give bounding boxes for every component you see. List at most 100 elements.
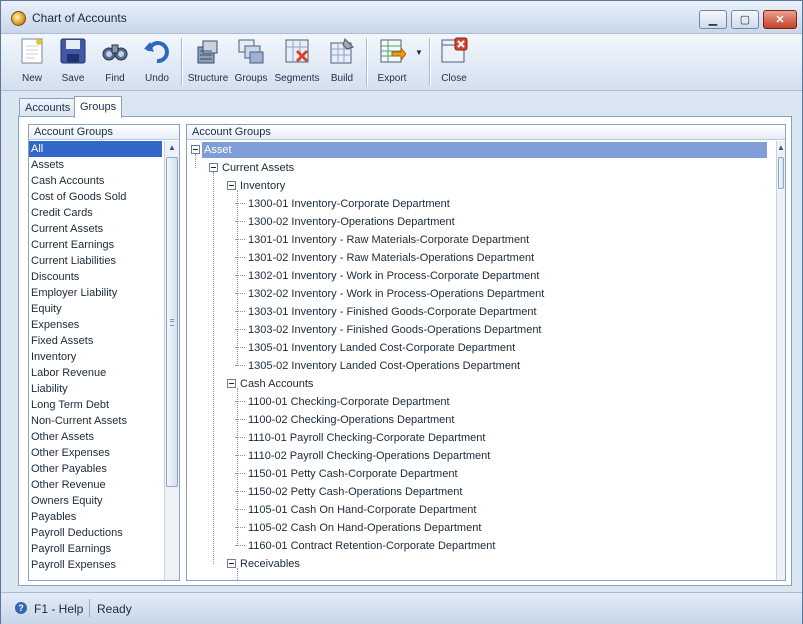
list-item[interactable]: Cash Accounts	[29, 173, 162, 189]
list-item[interactable]: Assets	[29, 157, 162, 173]
tree-account-node[interactable]: 1303-01 Inventory - Finished Goods-Corpo…	[187, 303, 771, 321]
collapse-icon[interactable]	[191, 145, 200, 154]
list-item[interactable]: Other Payables	[29, 461, 162, 477]
account-groups-tree-panel: Account Groups Asset Current Assets Invent…	[186, 124, 786, 581]
minimize-button[interactable]: ▁	[699, 10, 727, 29]
list-item[interactable]: Other Revenue	[29, 477, 162, 493]
groups-icon	[238, 39, 264, 64]
tree-group-node[interactable]: Asset	[187, 141, 771, 159]
status-help-text[interactable]: F1 - Help	[34, 602, 83, 616]
build-label: Build	[330, 73, 354, 84]
list-scroll-thumb[interactable]	[166, 157, 178, 487]
list-item[interactable]: Credit Cards	[29, 205, 162, 221]
list-item[interactable]: Payables	[29, 509, 162, 525]
tree-scroll-thumb[interactable]	[778, 157, 784, 189]
collapse-icon[interactable]	[209, 163, 218, 172]
list-item[interactable]: All	[29, 141, 162, 157]
list-item[interactable]: Payroll Earnings	[29, 541, 162, 557]
list-item[interactable]: Fixed Assets	[29, 333, 162, 349]
tree-group-node[interactable]: Receivables	[187, 555, 771, 573]
list-item[interactable]: Discounts	[29, 269, 162, 285]
close-button[interactable]: Close	[432, 34, 476, 90]
list-item[interactable]: Labor Revenue	[29, 365, 162, 381]
tree-account-node[interactable]: 1300-02 Inventory-Operations Department	[187, 213, 771, 231]
tree-account-node[interactable]: 1305-02 Inventory Landed Cost-Operations…	[187, 357, 771, 375]
tree-account-node[interactable]: 1301-02 Inventory - Raw Materials-Operat…	[187, 249, 771, 267]
tree-account-node[interactable]: 1110-02 Payroll Checking-Operations Depa…	[187, 447, 771, 465]
undo-label: Undo	[145, 73, 169, 84]
tree-account-node[interactable]: 1150-01 Petty Cash-Corporate Department	[187, 465, 771, 483]
tree-account-node[interactable]: 1300-01 Inventory-Corporate Department	[187, 195, 771, 213]
list-item[interactable]: Liability	[29, 381, 162, 397]
tree-node-label: 1110-01 Payroll Checking-Corporate Depar…	[248, 432, 486, 444]
tab-accounts[interactable]: Accounts	[19, 98, 77, 117]
export-dropdown-arrow-icon[interactable]: ▼	[415, 48, 423, 57]
list-item[interactable]: Current Assets	[29, 221, 162, 237]
tree-guide-line	[237, 388, 239, 546]
tree-account-node[interactable]: 1105-01 Cash On Hand-Corporate Departmen…	[187, 501, 771, 519]
list-item[interactable]: Long Term Debt	[29, 397, 162, 413]
scroll-up-arrow-icon[interactable]: ▲	[165, 141, 179, 155]
maximize-button[interactable]: ▢	[731, 10, 759, 29]
list-item[interactable]: Inventory	[29, 349, 162, 365]
list-item[interactable]: Payroll Expenses	[29, 557, 162, 573]
tree-node-label: 1105-02 Cash On Hand-Operations Departme…	[248, 522, 482, 534]
tree-scrollbar[interactable]: ▲	[776, 141, 785, 580]
tree-group-node[interactable]: Current Assets	[187, 159, 771, 177]
structure-icon	[197, 40, 218, 64]
tree-account-node[interactable]: 1301-01 Inventory - Raw Materials-Corpor…	[187, 231, 771, 249]
tree-node-label: 1110-02 Payroll Checking-Operations Depa…	[248, 450, 491, 462]
account-groups-list[interactable]: All Assets Cash Accounts Cost of Goods Sold…	[29, 141, 162, 573]
list-item[interactable]: Cost of Goods Sold	[29, 189, 162, 205]
tree-account-node[interactable]: 1105-02 Cash On Hand-Operations Departme…	[187, 519, 771, 537]
tree-account-node[interactable]: 1150-02 Petty Cash-Operations Department	[187, 483, 771, 501]
collapse-icon[interactable]	[227, 559, 236, 568]
tree-account-node[interactable]: 1305-01 Inventory Landed Cost-Corporate …	[187, 339, 771, 357]
segments-button[interactable]: Segments	[274, 34, 320, 90]
list-item[interactable]: Employer Liability	[29, 285, 162, 301]
close-window-button[interactable]: ✕	[763, 10, 797, 29]
build-button[interactable]: Build	[320, 34, 364, 90]
export-button[interactable]: Export	[370, 34, 414, 90]
scroll-up-arrow-icon[interactable]: ▲	[777, 141, 785, 155]
groups-button[interactable]: Groups	[229, 34, 273, 90]
title-bar[interactable]: Chart of Accounts ▁ ▢ ✕	[1, 1, 802, 34]
list-item[interactable]: Expenses	[29, 317, 162, 333]
status-bar: ? F1 - Help Ready	[1, 592, 802, 624]
list-scrollbar[interactable]: ▲	[164, 141, 179, 580]
tree-account-node[interactable]: 1110-01 Payroll Checking-Corporate Depar…	[187, 429, 771, 447]
chart-of-accounts-window: Chart of Accounts ▁ ▢ ✕ New Save Find Un…	[0, 0, 803, 624]
tree-node-label: 1305-01 Inventory Landed Cost-Corporate …	[248, 342, 516, 354]
grip-icon	[170, 319, 174, 326]
list-item[interactable]: Other Assets	[29, 429, 162, 445]
tree-account-node[interactable]: 1302-01 Inventory - Work in Process-Corp…	[187, 267, 771, 285]
list-item[interactable]: Payroll Deductions	[29, 525, 162, 541]
list-item[interactable]: Current Liabilities	[29, 253, 162, 269]
collapse-icon[interactable]	[227, 181, 236, 190]
list-item[interactable]: Owners Equity	[29, 493, 162, 509]
tree-account-node[interactable]: 1100-02 Checking-Operations Department	[187, 411, 771, 429]
tree-node-label: 1150-01 Petty Cash-Corporate Department	[248, 468, 458, 480]
tab-groups[interactable]: Groups	[74, 96, 123, 118]
list-item[interactable]: Other Expenses	[29, 445, 162, 461]
list-item[interactable]: Equity	[29, 301, 162, 317]
tree-node-label: Receivables	[240, 558, 300, 570]
tree-account-node[interactable]: 1100-01 Checking-Corporate Department	[187, 393, 771, 411]
tree-node-label: 1305-02 Inventory Landed Cost-Operations…	[248, 360, 521, 372]
tree-account-node[interactable]: 1302-02 Inventory - Work in Process-Oper…	[187, 285, 771, 303]
collapse-icon[interactable]	[227, 379, 236, 388]
help-icon[interactable]: ?	[15, 602, 27, 614]
tree-group-node[interactable]: Inventory	[187, 177, 771, 195]
list-item[interactable]: Non-Current Assets	[29, 413, 162, 429]
tree-header: Account Groups	[187, 125, 785, 140]
list-item[interactable]: Current Earnings	[29, 237, 162, 253]
tree-node-label: 1302-02 Inventory - Work in Process-Oper…	[248, 288, 545, 300]
undo-button[interactable]: Undo	[135, 34, 179, 90]
status-separator	[89, 599, 90, 617]
tree-account-node[interactable]: 1303-02 Inventory - Finished Goods-Opera…	[187, 321, 771, 339]
save-disk-icon	[60, 38, 86, 64]
tree-node-label: 1100-01 Checking-Corporate Department	[248, 396, 450, 408]
tree-group-node[interactable]: Cash Accounts	[187, 375, 771, 393]
tree-account-node[interactable]: 1160-01 Contract Retention-Corporate Dep…	[187, 537, 771, 555]
account-groups-tree[interactable]: Asset Current Assets Inventory 1300-01 Inve…	[187, 141, 771, 580]
